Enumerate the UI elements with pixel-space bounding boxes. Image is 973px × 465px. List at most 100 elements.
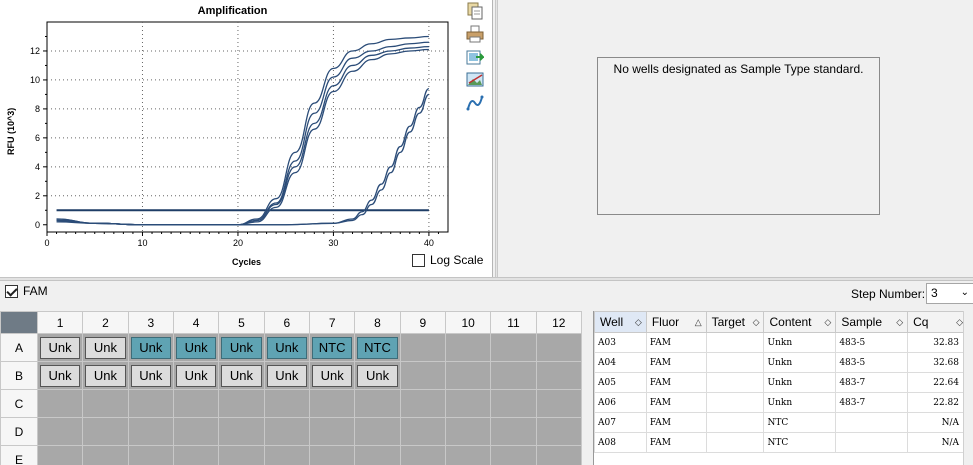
plate-cell[interactable]: [354, 445, 401, 465]
plate-cell[interactable]: [535, 333, 583, 362]
export-icon[interactable]: [466, 48, 484, 66]
well-A7[interactable]: NTC: [311, 336, 353, 359]
plate-cell[interactable]: [36, 389, 84, 418]
plate-cell[interactable]: [308, 389, 356, 418]
plate-row-header[interactable]: B: [0, 361, 38, 390]
plate-cell[interactable]: Unk: [172, 333, 220, 362]
plate-cell[interactable]: [36, 445, 84, 465]
plate-cell[interactable]: Unk: [218, 333, 265, 362]
well-A4[interactable]: Unk: [175, 336, 217, 359]
plate-cell[interactable]: [354, 417, 401, 446]
plate-column-header[interactable]: 12: [535, 311, 583, 334]
table-row[interactable]: A04 FAM Unkn 483-5 32.68: [594, 352, 968, 373]
plate-cell[interactable]: [127, 417, 174, 446]
well-B5[interactable]: Unk: [221, 364, 262, 387]
plate-cell[interactable]: Unk: [263, 361, 310, 390]
sort-icon[interactable]: ◇: [753, 317, 760, 328]
plate-cell[interactable]: [127, 445, 174, 465]
plate-cell[interactable]: [308, 445, 356, 465]
plate-cell[interactable]: [490, 333, 537, 362]
plate-cell[interactable]: [82, 417, 129, 446]
plate-cell[interactable]: [444, 333, 492, 362]
plate-cell[interactable]: Unk: [172, 361, 220, 390]
plate-column-header[interactable]: 4: [172, 311, 220, 334]
plate-cell[interactable]: [444, 361, 492, 390]
plate-cell[interactable]: Unk: [308, 361, 356, 390]
fam-toggle[interactable]: FAM: [5, 284, 48, 298]
well-A6[interactable]: Unk: [266, 336, 307, 359]
well-A5[interactable]: Unk: [221, 336, 262, 359]
plate-cell[interactable]: [354, 389, 401, 418]
plate-cell[interactable]: [308, 417, 356, 446]
table-row[interactable]: A08 FAM NTC N/A: [594, 432, 968, 453]
log-scale-toggle[interactable]: Log Scale: [412, 253, 483, 267]
plate-cell[interactable]: [490, 417, 537, 446]
plate-cell[interactable]: [172, 417, 220, 446]
well-A8[interactable]: NTC: [357, 336, 398, 359]
column-header-cq[interactable]: Cq ◇: [907, 311, 968, 333]
plate-cell[interactable]: [263, 389, 310, 418]
plate-cell[interactable]: [399, 333, 446, 362]
plate-cell[interactable]: [490, 361, 537, 390]
column-header-target[interactable]: Target ◇: [705, 311, 765, 333]
plate-cell[interactable]: [444, 417, 492, 446]
plate-column-header[interactable]: 10: [444, 311, 492, 334]
plate-cell[interactable]: Unk: [82, 333, 129, 362]
well-B1[interactable]: Unk: [39, 364, 81, 387]
plate-cell[interactable]: [36, 417, 84, 446]
well-A3[interactable]: Unk: [130, 336, 171, 359]
plate-cell[interactable]: [399, 361, 446, 390]
sort-icon[interactable]: ◇: [635, 317, 642, 328]
table-row[interactable]: A06 FAM Unkn 483-7 22.82: [594, 392, 968, 413]
copy-icon[interactable]: [466, 2, 484, 20]
image-icon[interactable]: [466, 71, 484, 89]
sort-icon[interactable]: ◇: [956, 317, 963, 328]
amplification-chart[interactable]: 0 10 20 30 40 0 2 4 6 8 10 12: [0, 0, 493, 277]
plate-column-header[interactable]: 2: [82, 311, 129, 334]
column-header-content[interactable]: Content ◇: [763, 311, 837, 333]
table-row[interactable]: A05 FAM Unkn 483-7 22.64: [594, 372, 968, 393]
plate-cell[interactable]: Unk: [263, 333, 310, 362]
plate-row-header[interactable]: C: [0, 389, 38, 418]
plate-column-header[interactable]: 1: [36, 311, 84, 334]
plate-cell[interactable]: Unk: [82, 361, 129, 390]
column-header-sample[interactable]: Sample ◇: [835, 311, 909, 333]
plate-cell[interactable]: Unk: [127, 333, 174, 362]
well-B6[interactable]: Unk: [266, 364, 307, 387]
plate-cell[interactable]: [263, 445, 310, 465]
plate-cell[interactable]: [172, 389, 220, 418]
plate-cell[interactable]: Unk: [354, 361, 401, 390]
plate-cell[interactable]: [127, 389, 174, 418]
sort-icon[interactable]: △: [695, 317, 702, 328]
plate-row-header[interactable]: E: [0, 445, 38, 465]
plate-cell[interactable]: [218, 417, 265, 446]
plate-row-header[interactable]: A: [0, 333, 38, 362]
plate-cell[interactable]: [444, 445, 492, 465]
log-scale-checkbox[interactable]: [412, 253, 425, 267]
plate-column-header[interactable]: 8: [354, 311, 401, 334]
table-row[interactable]: A03 FAM Unkn 483-5 32.83: [594, 332, 968, 353]
plate-cell[interactable]: [535, 417, 583, 446]
plate-cell[interactable]: NTC: [354, 333, 401, 362]
well-B3[interactable]: Unk: [130, 364, 171, 387]
plate-corner[interactable]: [0, 311, 38, 334]
plate-column-header[interactable]: 3: [127, 311, 174, 334]
well-B8[interactable]: Unk: [357, 364, 398, 387]
plate-cell[interactable]: [172, 445, 220, 465]
chart-settings-icon[interactable]: [466, 94, 484, 112]
plate-cell[interactable]: [399, 417, 446, 446]
sort-icon[interactable]: ◇: [896, 317, 903, 328]
plate-cell[interactable]: [535, 389, 583, 418]
plate-cell[interactable]: [399, 389, 446, 418]
well-A1[interactable]: Unk: [39, 336, 81, 359]
plate-cell[interactable]: Unk: [36, 333, 84, 362]
plate-cell[interactable]: NTC: [308, 333, 356, 362]
plate-cell[interactable]: Unk: [127, 361, 174, 390]
table-row[interactable]: A07 FAM NTC N/A: [594, 412, 968, 433]
plate-cell[interactable]: [218, 389, 265, 418]
well-B7[interactable]: Unk: [311, 364, 353, 387]
plate-cell[interactable]: [82, 389, 129, 418]
plate-column-header[interactable]: 6: [263, 311, 310, 334]
plate-cell[interactable]: [490, 389, 537, 418]
plate-cell[interactable]: [535, 361, 583, 390]
